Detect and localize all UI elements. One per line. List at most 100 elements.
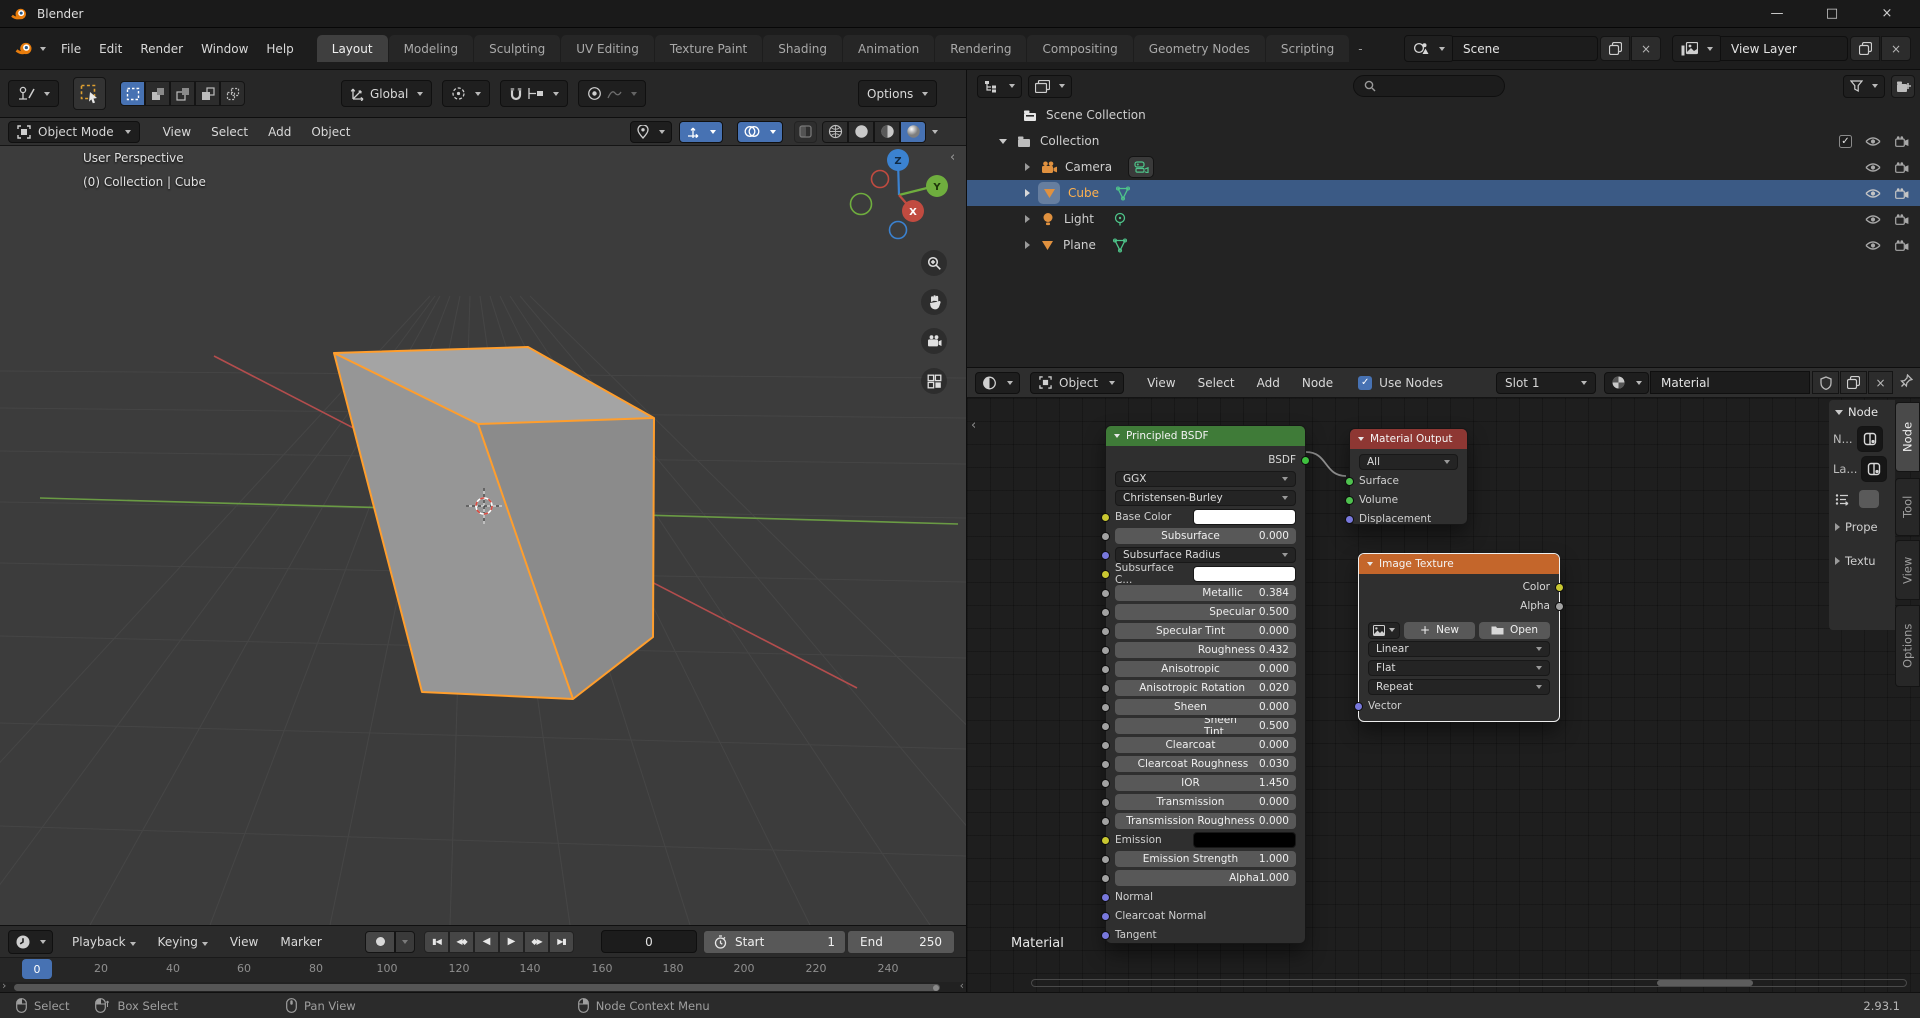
base-color-swatch[interactable]: [1193, 509, 1296, 525]
tab-shading[interactable]: Shading: [763, 35, 842, 62]
socket-color-output[interactable]: [1555, 583, 1564, 592]
axis-minus-z-ball[interactable]: [890, 222, 907, 239]
socket-clearcoat[interactable]: [1101, 741, 1110, 750]
socket-clearcoat-roughness[interactable]: [1101, 760, 1110, 769]
socket-subsurface-radius[interactable]: [1101, 551, 1110, 560]
socket-transmission-roughness[interactable]: [1101, 817, 1110, 826]
alpha-row[interactable]: Alpha1.000: [1115, 870, 1296, 886]
m0ode-dropdown[interactable]: Object Mode: [8, 121, 140, 143]
camera-view-button[interactable]: [921, 328, 947, 354]
socket-sheen[interactable]: [1101, 703, 1110, 712]
metallic-row[interactable]: Metallic0.384: [1115, 585, 1296, 601]
transmission-row[interactable]: Transmission0.000: [1115, 794, 1296, 810]
socket-specular-tint[interactable]: [1101, 627, 1110, 636]
maximize-button[interactable]: □: [1809, 0, 1855, 27]
expand-arrow-icon[interactable]: [1025, 163, 1030, 171]
list-icon[interactable]: [1835, 493, 1851, 506]
play-reverse-button[interactable]: ◀: [474, 931, 499, 953]
select-mode-new-button[interactable]: [120, 81, 145, 106]
interpolation-select[interactable]: Linear: [1368, 641, 1550, 657]
open-image-button[interactable]: Open: [1479, 622, 1550, 639]
viewport-3d[interactable]: Object Mode View Select Add Object: [0, 118, 966, 925]
socket-subsurface-color[interactable]: [1101, 570, 1110, 579]
shader-menu-node[interactable]: Node: [1293, 373, 1342, 393]
emission-row[interactable]: Emission: [1115, 832, 1296, 848]
new-scene-button[interactable]: [1600, 36, 1630, 61]
outliner-row-light[interactable]: Light: [967, 206, 1920, 232]
socket-bsdf-output[interactable]: [1301, 456, 1310, 465]
shading-rendered-button[interactable]: [900, 121, 926, 143]
select-box-tool-button[interactable]: [73, 77, 106, 110]
subsurface-color-row[interactable]: Subsurface C...: [1115, 566, 1296, 582]
shading-dropdown-caret[interactable]: [932, 130, 938, 134]
collapse-node-icon[interactable]: [1114, 434, 1120, 438]
play-button[interactable]: ▶: [499, 931, 524, 953]
socket-tangent[interactable]: [1101, 931, 1110, 940]
shading-solid-button[interactable]: [848, 121, 874, 143]
node-panel-header[interactable]: Node: [1829, 400, 1895, 424]
sheen-row[interactable]: Sheen0.000: [1115, 699, 1296, 715]
jump-to-end-button[interactable]: ▶▮: [549, 931, 574, 953]
tab-modeling[interactable]: Modeling: [389, 35, 474, 62]
timeline-editor-type-button[interactable]: [8, 930, 53, 954]
disable-render-camera-icon[interactable]: [1895, 240, 1909, 251]
base-color-row[interactable]: Base Color: [1115, 509, 1296, 525]
menu-render[interactable]: Render: [131, 39, 192, 59]
start-frame-field[interactable]: Start 1: [703, 930, 846, 954]
app-menu-button[interactable]: [8, 41, 52, 56]
remove-view-layer-button[interactable]: ×: [1881, 36, 1911, 61]
socket-alpha-output[interactable]: [1555, 602, 1564, 611]
sidebar-tab-tool[interactable]: Tool: [1895, 478, 1920, 536]
timeline-menu-playback[interactable]: Playback: [63, 932, 145, 952]
roughness-row[interactable]: Roughness0.432: [1115, 642, 1296, 658]
viewport-menu-add[interactable]: Add: [259, 122, 300, 142]
socket-clearcoat-normal[interactable]: [1101, 912, 1110, 921]
distribution-select[interactable]: GGX: [1115, 471, 1296, 487]
outliner-row-camera[interactable]: Camera: [967, 154, 1920, 180]
expand-arrow-icon[interactable]: [1025, 241, 1030, 249]
scene-name-field[interactable]: Scene: [1452, 36, 1598, 61]
node-image-texture[interactable]: Image Texture Color Alpha: [1358, 553, 1560, 722]
collapse-node-icon[interactable]: [1367, 562, 1373, 566]
scrollbar-thumb[interactable]: [1657, 980, 1753, 986]
clearcoat-roughness-row[interactable]: Clearcoat Roughness0.030: [1115, 756, 1296, 772]
shader-menu-add[interactable]: Add: [1248, 373, 1289, 393]
collection-checkbox[interactable]: ✓: [1839, 135, 1852, 148]
add-workspace-button[interactable]: -: [1350, 42, 1370, 56]
socket-roughness[interactable]: [1101, 646, 1110, 655]
hide-eye-icon[interactable]: [1865, 188, 1881, 199]
unlink-material-button[interactable]: ×: [1868, 371, 1893, 394]
view-layer-name-field[interactable]: View Layer: [1720, 36, 1848, 61]
current-frame-field[interactable]: 0: [601, 930, 697, 953]
tab-uv-editing[interactable]: UV Editing: [561, 35, 654, 62]
node-color-swatch[interactable]: [1859, 490, 1879, 508]
jump-to-start-button[interactable]: ▮◀: [424, 931, 449, 953]
socket-ior[interactable]: [1101, 779, 1110, 788]
options-dropdown[interactable]: Options: [858, 80, 937, 107]
output-target-select[interactable]: All: [1359, 454, 1458, 470]
socket-transmission[interactable]: [1101, 798, 1110, 807]
menu-file[interactable]: File: [52, 39, 90, 59]
outliner-row-collection[interactable]: Collection ✓: [967, 128, 1920, 154]
sidebar-tab-node[interactable]: Node: [1895, 402, 1920, 472]
shader-type-dropdown[interactable]: Object: [1030, 372, 1124, 394]
end-frame-field[interactable]: End 250: [847, 930, 955, 954]
projection-select[interactable]: Flat: [1368, 660, 1550, 676]
select-mode-intersect-button[interactable]: [220, 81, 245, 106]
hide-eye-icon[interactable]: [1865, 136, 1881, 147]
socket-displacement[interactable]: [1345, 515, 1354, 524]
node-header[interactable]: Image Texture: [1359, 554, 1559, 574]
subsurface-color-swatch[interactable]: [1193, 566, 1296, 582]
outliner-row-cube[interactable]: Cube: [967, 180, 1920, 206]
specular-tint-row[interactable]: Specular Tint0.000: [1115, 623, 1296, 639]
viewport-menu-select[interactable]: Select: [202, 122, 257, 142]
toggle-ortho-grid-button[interactable]: [921, 368, 947, 394]
material-name-field[interactable]: Material: [1650, 371, 1810, 394]
collapse-arrow-icon[interactable]: [999, 139, 1007, 144]
viewport-menu-view[interactable]: View: [154, 122, 200, 142]
tab-geometry-nodes[interactable]: Geometry Nodes: [1134, 35, 1265, 62]
anisotropic-rotation-row[interactable]: Anisotropic Rotation0.020: [1115, 680, 1296, 696]
new-image-button[interactable]: +New: [1404, 622, 1475, 639]
auto-key-record-button[interactable]: [365, 931, 395, 953]
menu-edit[interactable]: Edit: [90, 39, 131, 59]
